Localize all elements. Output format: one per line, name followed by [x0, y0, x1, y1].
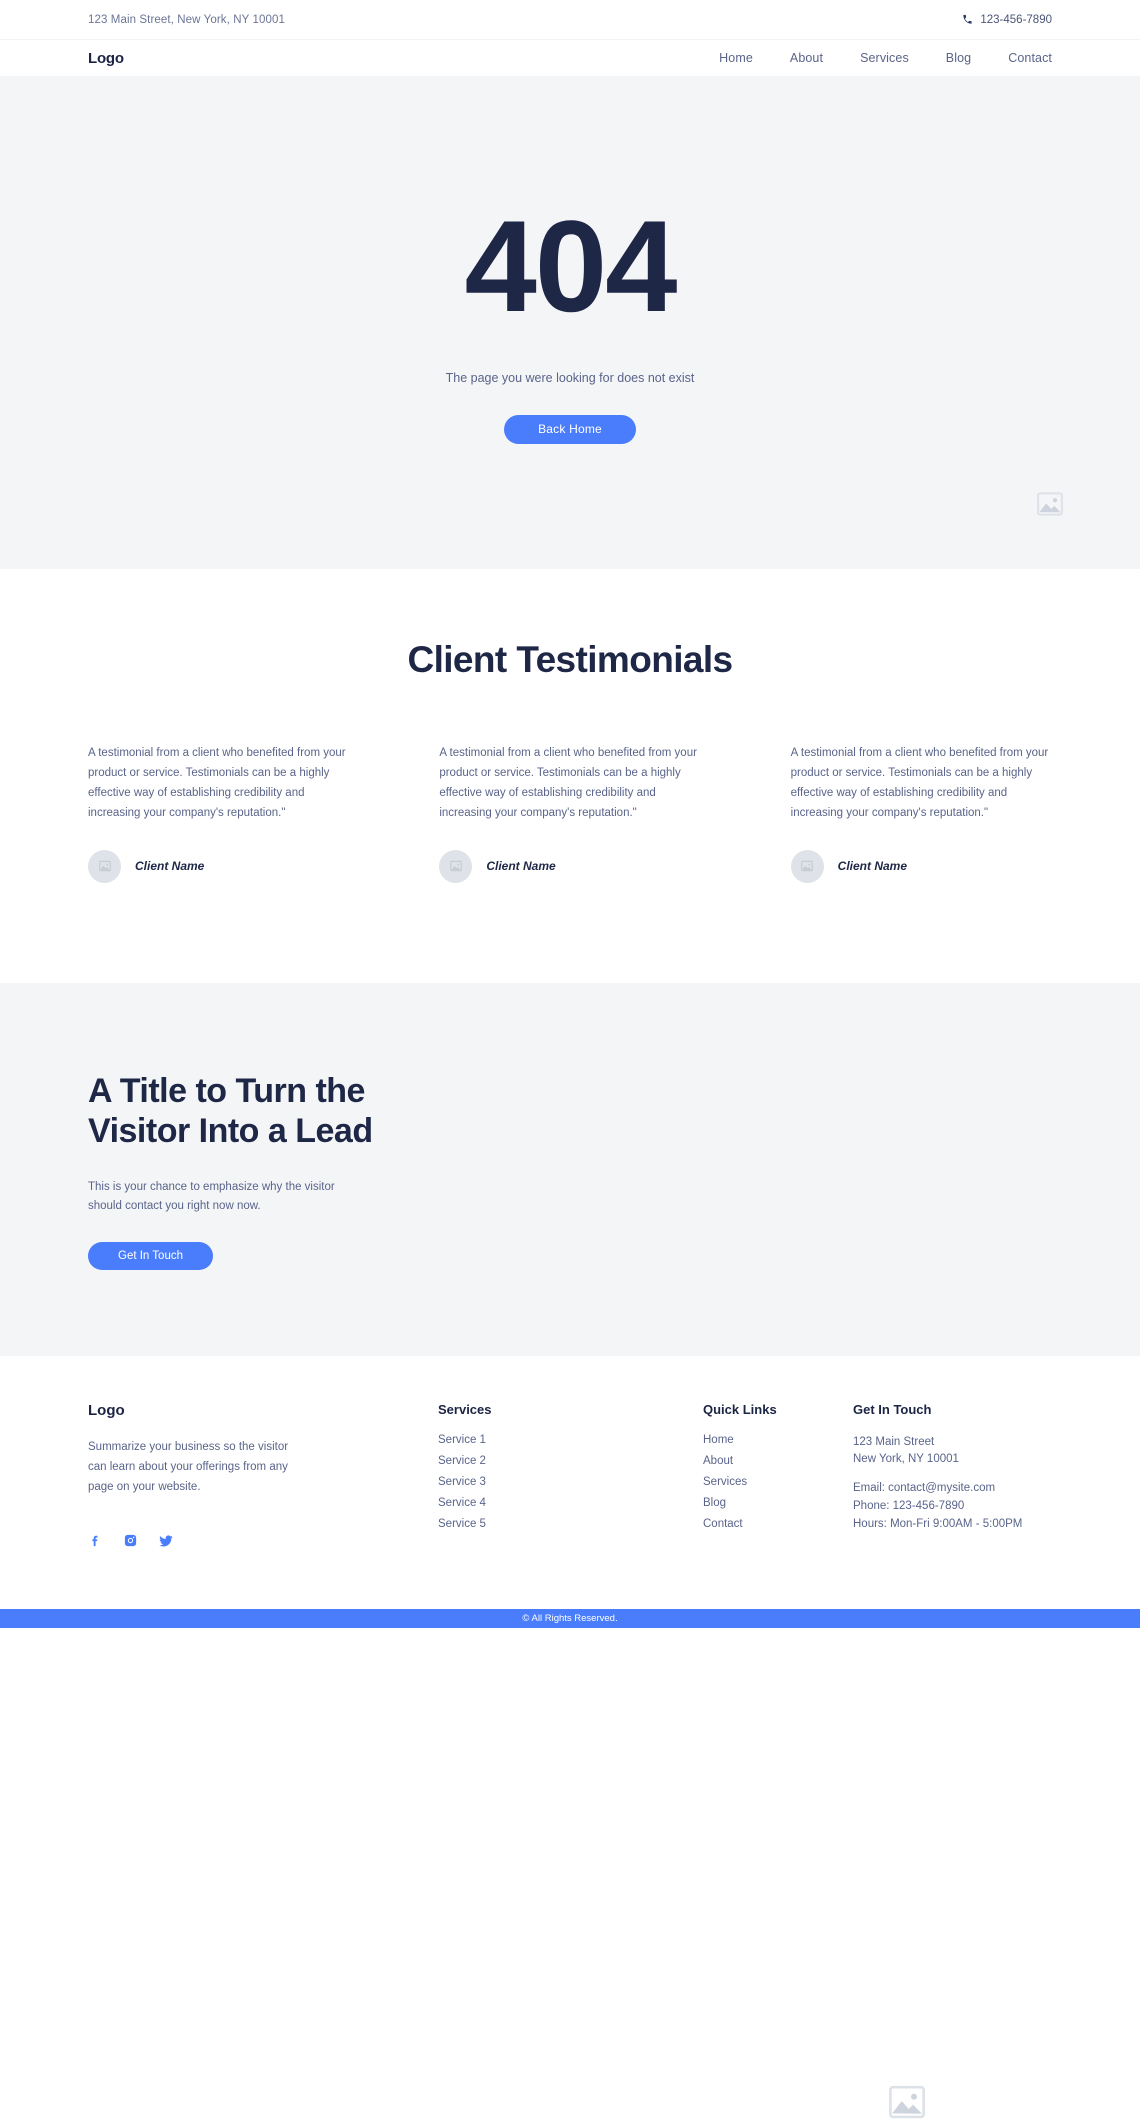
hero-404-section: 404 The page you were looking for does n…	[0, 76, 1140, 569]
testimonial-quote: A testimonial from a client who benefite…	[439, 747, 697, 820]
copyright-text: © All Rights Reserved.	[522, 1612, 618, 1624]
footer-service-2[interactable]: Service 2	[438, 1455, 703, 1467]
footer-quicklinks-heading: Quick Links	[703, 1401, 777, 1417]
testimonial-quote: A testimonial from a client who benefite…	[790, 747, 1049, 820]
footer-link-home[interactable]: Home	[703, 1434, 853, 1446]
footer-service-1[interactable]: Service 1	[438, 1434, 703, 1446]
avatar	[790, 849, 824, 883]
image-placeholder-icon	[1035, 489, 1065, 519]
nav-links: Home About Services Blog Contact	[719, 51, 1052, 65]
footer-hours: Hours: Mon-Fri 9:00AM - 5:00PM	[853, 1517, 1023, 1530]
cta-title-line-2: Visitor Into a Lead	[88, 1112, 373, 1151]
footer: Logo Summarize your business so the visi…	[0, 1355, 1140, 1609]
testimonial-author: Client Name	[88, 849, 349, 883]
twitter-icon[interactable]	[158, 1533, 174, 1549]
footer-service-5[interactable]: Service 5	[438, 1518, 703, 1530]
top-utility-bar: 123 Main Street, New York, NY 10001 123-…	[0, 0, 1140, 40]
nav-link-services[interactable]: Services	[860, 51, 909, 65]
main-navbar: Logo Home About Services Blog Contact	[0, 40, 1140, 76]
footer-service-3[interactable]: Service 3	[438, 1476, 703, 1488]
page-title: Client Testimonials	[407, 639, 733, 680]
copyright-bar: © All Rights Reserved.	[0, 1608, 1140, 1628]
top-phone-number: 123-456-7890	[980, 13, 1052, 26]
instagram-icon[interactable]	[123, 1533, 138, 1549]
footer-brand-column: Logo Summarize your business so the visi…	[88, 1402, 438, 1549]
footer-address-line-1: 123 Main Street	[853, 1435, 935, 1448]
cta-subtitle: This is your chance to emphasize why the…	[88, 1181, 335, 1213]
testimonial-card: A testimonial from a client who benefite…	[88, 743, 349, 883]
image-placeholder-icon	[886, 2081, 928, 2123]
footer-link-services[interactable]: Services	[703, 1476, 853, 1488]
footer-service-4[interactable]: Service 4	[438, 1497, 703, 1509]
nav-link-contact[interactable]: Contact	[1008, 51, 1052, 65]
phone-icon	[962, 14, 973, 25]
nav-link-blog[interactable]: Blog	[946, 51, 971, 65]
testimonials-section: Client Testimonials A testimonial from a…	[0, 569, 1140, 983]
nav-link-about[interactable]: About	[790, 51, 823, 65]
footer-description: Summarize your business so the visitor c…	[88, 1440, 289, 1493]
testimonial-author: Client Name	[439, 849, 700, 883]
footer-services-column: Services Service 1 Service 2 Service 3 S…	[438, 1402, 703, 1549]
footer-address-line-2: New York, NY 10001	[853, 1453, 959, 1466]
testimonial-name: Client Name	[135, 859, 205, 873]
testimonial-card: A testimonial from a client who benefite…	[439, 743, 700, 883]
testimonial-name: Client Name	[837, 859, 908, 873]
cta-section: A Title to Turn the Visitor Into a Lead …	[0, 982, 1140, 2118]
footer-contact-column: Get In Touch 123 Main Street New York, N…	[853, 1402, 1052, 1549]
nav-logo[interactable]: Logo	[88, 50, 124, 67]
back-home-button[interactable]: Back Home	[504, 415, 636, 444]
footer-logo[interactable]: Logo	[88, 1402, 438, 1419]
avatar	[88, 849, 121, 883]
testimonial-quote: A testimonial from a client who benefite…	[88, 747, 346, 820]
footer-phone[interactable]: Phone: 123-456-7890	[853, 1498, 1052, 1516]
error-code: 404	[464, 193, 678, 339]
footer-link-contact[interactable]: Contact	[703, 1518, 853, 1530]
error-message: The page you were looking for does not e…	[445, 371, 695, 385]
footer-contact-heading: Get In Touch	[853, 1401, 932, 1417]
top-phone[interactable]: 123-456-7890	[962, 14, 1052, 26]
footer-link-about[interactable]: About	[703, 1455, 853, 1467]
get-in-touch-button[interactable]: Get In Touch	[88, 1242, 213, 1271]
cta-title: A Title to Turn the Visitor Into a Lead	[88, 1071, 508, 1153]
testimonial-card: A testimonial from a client who benefite…	[790, 743, 1052, 883]
footer-quicklinks-column: Quick Links Home About Services Blog Con…	[703, 1402, 853, 1549]
facebook-icon[interactable]	[88, 1533, 103, 1549]
footer-link-blog[interactable]: Blog	[703, 1497, 853, 1509]
top-address: 123 Main Street, New York, NY 10001	[88, 13, 285, 26]
cta-title-line-1: A Title to Turn the	[88, 1071, 365, 1110]
social-links	[88, 1533, 438, 1549]
testimonials-grid: A testimonial from a client who benefite…	[88, 743, 1052, 883]
footer-email[interactable]: Email: contact@mysite.com	[853, 1480, 1052, 1498]
avatar	[439, 849, 473, 883]
testimonial-author: Client Name	[790, 849, 1052, 883]
testimonial-name: Client Name	[486, 859, 556, 873]
nav-link-home[interactable]: Home	[719, 51, 753, 65]
footer-services-heading: Services	[438, 1401, 492, 1417]
